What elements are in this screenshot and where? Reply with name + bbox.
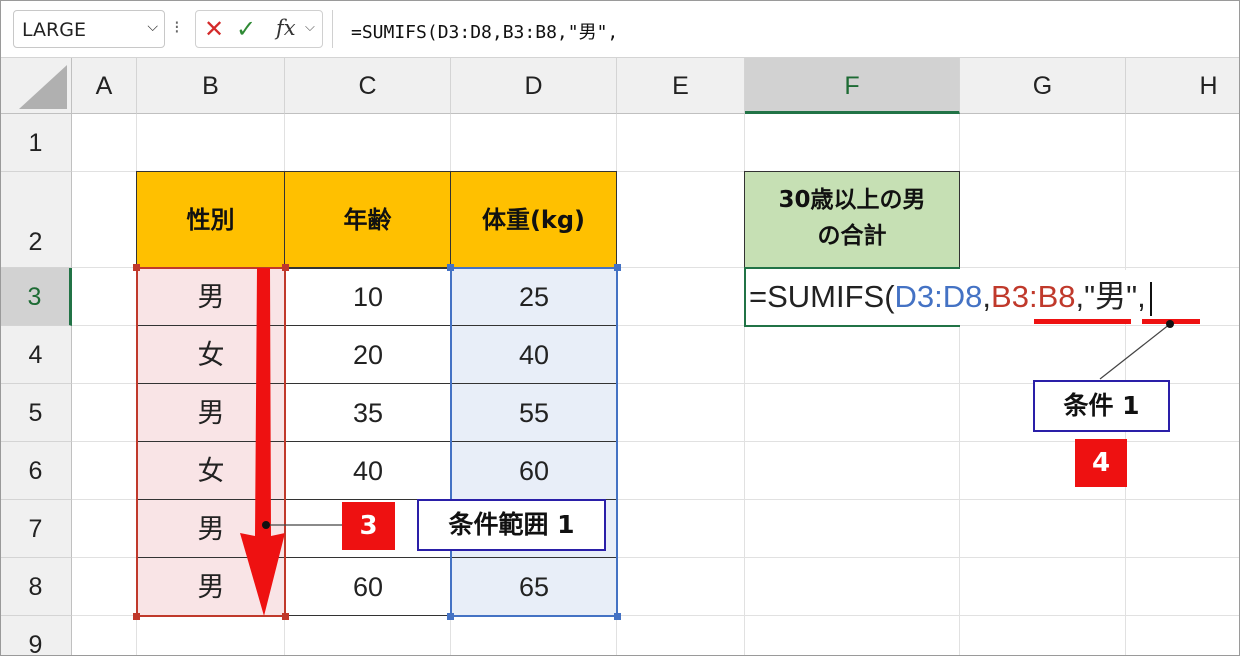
formula-tools: ✕ ✓ fx ⌵: [195, 10, 323, 48]
cancel-icon[interactable]: ✕: [204, 15, 224, 43]
formula-text: =SUMIFS(D3:D8,B3:B8,"男",: [351, 22, 619, 43]
down-arrow-icon: [240, 268, 285, 616]
chevron-down-icon[interactable]: ⌵: [305, 20, 315, 35]
connector-dot: [262, 521, 270, 529]
connector-line: [1099, 323, 1171, 380]
name-box-value: LARGE: [22, 19, 86, 41]
annotation-overlay: [240, 268, 1174, 616]
step-badge-4: 4: [1075, 439, 1127, 487]
formula-input[interactable]: =SUMIFS(D3:D8,B3:B8,"男",: [332, 10, 1240, 48]
enter-check-icon[interactable]: ✓: [236, 15, 256, 43]
label-criteria-range-1: 条件範囲 1: [417, 499, 606, 551]
chevron-down-icon[interactable]: ⌵: [147, 19, 158, 35]
step-badge-3: 3: [342, 502, 395, 550]
label-criteria-1: 条件 1: [1033, 380, 1170, 432]
connector-dot: [1166, 320, 1174, 328]
formula-bar-area: LARGE ⌵ ⁝ ✕ ✓ fx ⌵ =SUMIFS(D3:D8,B3:B8,"…: [0, 0, 1240, 58]
spreadsheet-grid: A B C D E F G H 1 2 3 4 5 6 7 8 9 性別 年齢 …: [0, 58, 1240, 656]
name-box[interactable]: LARGE ⌵: [13, 10, 165, 48]
more-options-icon[interactable]: ⁝: [174, 14, 180, 42]
insert-function-icon[interactable]: fx: [276, 16, 296, 40]
